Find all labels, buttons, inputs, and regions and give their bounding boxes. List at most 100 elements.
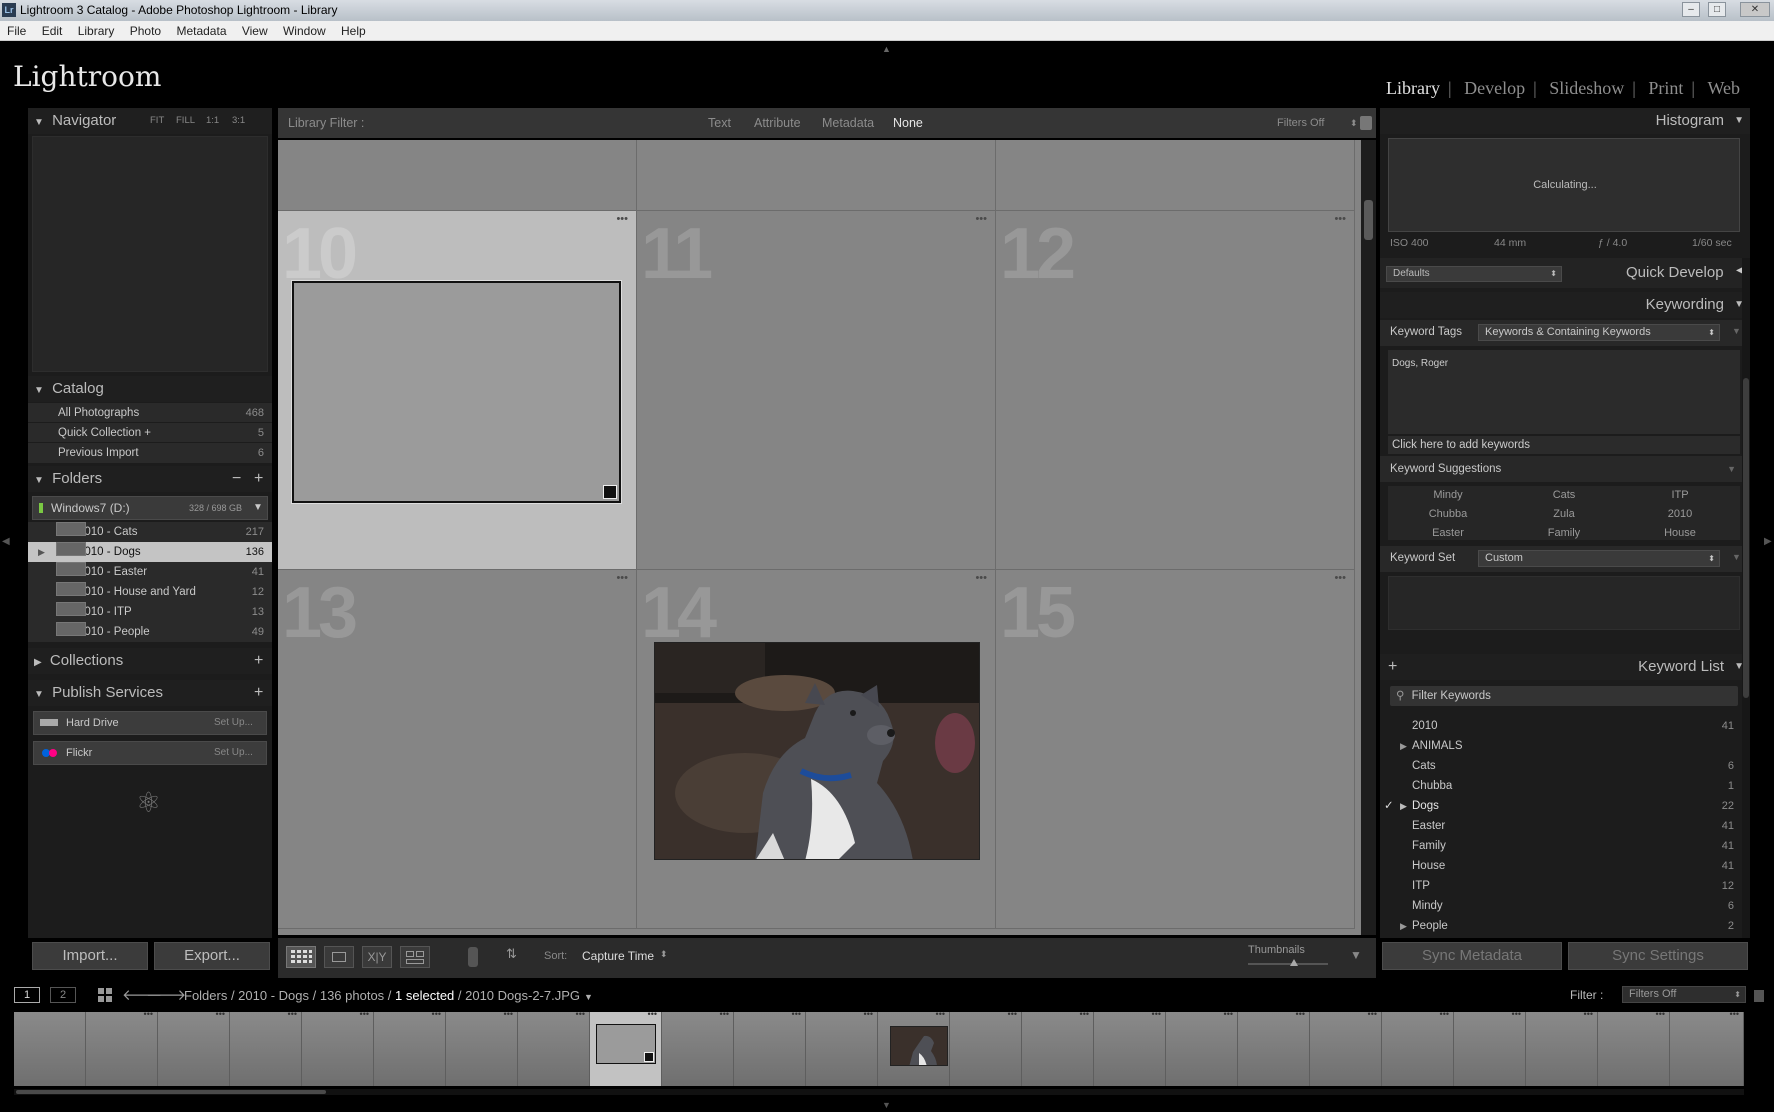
suggestion-chip[interactable]: Easter (1388, 527, 1508, 539)
zoom-1-1[interactable]: 1:1 (206, 108, 219, 134)
menu-library[interactable]: Library (78, 24, 115, 38)
catalog-item[interactable]: All Photographs 468 (28, 403, 272, 423)
grid-cell[interactable]: 11 ••• (637, 211, 996, 570)
survey-view-icon[interactable] (400, 946, 430, 968)
scrollbar-thumb[interactable] (16, 1090, 326, 1094)
add-folder-icon[interactable]: + (254, 466, 263, 492)
minimize-button[interactable]: – (1682, 2, 1700, 17)
keyword-text-area[interactable]: Dogs, Roger (1388, 350, 1740, 434)
loupe-view-icon[interactable] (324, 946, 354, 968)
filmstrip-cell[interactable]: ••• (1094, 1009, 1166, 1086)
sync-settings-button[interactable]: Sync Settings (1568, 942, 1748, 970)
zoom-fill[interactable]: FILL (176, 108, 195, 134)
filter-tab-none[interactable]: None (893, 108, 923, 138)
keyword-set-grid[interactable] (1388, 576, 1740, 630)
keyword-tags-dropdown[interactable]: Keywords & Containing Keywords ⬍ (1478, 324, 1720, 341)
slider-thumb[interactable] (1290, 959, 1298, 966)
painter-icon[interactable] (468, 947, 478, 967)
keyword-item[interactable]: ITP 12 (1380, 876, 1750, 896)
expand-triangle-icon[interactable]: ▶ (1400, 916, 1407, 934)
grid-cell[interactable] (996, 140, 1355, 211)
grid-cell[interactable]: 15 ••• (996, 570, 1355, 929)
module-develop[interactable]: Develop (1464, 78, 1525, 98)
sort-direction-icon[interactable]: ⇅ (506, 946, 517, 962)
keyword-item[interactable]: 2010 41 (1380, 716, 1750, 736)
keyword-item-checked[interactable]: ✓ ▶ Dogs 22 (1380, 796, 1750, 816)
filmstrip-cell[interactable]: ••• (950, 1009, 1022, 1086)
add-keyword-icon[interactable]: + (1388, 654, 1397, 680)
grid-cell[interactable]: 14 ••• (637, 570, 996, 929)
keyword-set-dropdown[interactable]: Custom ⬍ (1478, 550, 1720, 567)
zoom-fit[interactable]: FIT (150, 108, 164, 134)
catalog-item[interactable]: Previous Import 6 (28, 443, 272, 463)
expand-triangle-icon[interactable]: ▶ (38, 542, 45, 562)
setup-link[interactable]: Set Up... (214, 712, 253, 734)
menu-window[interactable]: Window (283, 24, 326, 38)
module-print[interactable]: Print (1648, 78, 1683, 98)
filmstrip-cell[interactable]: ••• (1382, 1009, 1454, 1086)
lock-icon[interactable] (1360, 116, 1372, 130)
thumbnail-size-slider[interactable] (1248, 963, 1328, 965)
expand-triangle-icon[interactable]: ▶ (1400, 736, 1407, 756)
keyword-item[interactable]: ▶ People 2 (1380, 916, 1750, 934)
filter-tab-text[interactable]: Text (708, 108, 731, 138)
dog-thumbnail[interactable] (890, 1026, 948, 1066)
folder-item-selected[interactable]: ▶ 2010 - Dogs 136 (28, 542, 272, 562)
filmstrip-cell[interactable]: ••• (1526, 1009, 1598, 1086)
folder-item[interactable]: 2010 - People 49 (28, 622, 272, 642)
main-window-button[interactable]: 1 (14, 987, 40, 1003)
filter-tab-attribute[interactable]: Attribute (754, 108, 801, 138)
menu-file[interactable]: File (7, 24, 26, 38)
module-slideshow[interactable]: Slideshow (1549, 78, 1624, 98)
keyword-list-header[interactable]: + Keyword List ▼ (1380, 654, 1750, 680)
folder-item[interactable]: 2010 - Easter 41 (28, 562, 272, 582)
top-panel-toggle-icon[interactable]: ▲ (882, 44, 891, 54)
filmstrip-cell[interactable]: ••• (86, 1009, 158, 1086)
suggestion-chip[interactable]: 2010 (1620, 508, 1740, 520)
filmstrip-cell[interactable]: ••• (230, 1009, 302, 1086)
saved-preset-dropdown[interactable]: Defaults ⬍ (1386, 266, 1562, 282)
left-panel-toggle-icon[interactable]: ◀ (2, 536, 10, 547)
catalog-header[interactable]: ▼ Catalog (28, 376, 272, 402)
lock-icon[interactable] (1754, 990, 1764, 1002)
filmstrip-cell[interactable]: ••• (1310, 1009, 1382, 1086)
folder-item[interactable]: 2010 - Cats 217 (28, 522, 272, 542)
suggestion-chip[interactable]: Family (1504, 527, 1624, 539)
module-library[interactable]: Library (1386, 78, 1440, 98)
grid-cell[interactable] (278, 140, 637, 211)
maximize-button[interactable]: □ (1708, 2, 1726, 17)
filmstrip-cell[interactable]: ••• (518, 1009, 590, 1086)
filmstrip-cell-selected[interactable]: ••• (590, 1009, 662, 1086)
collections-header[interactable]: ▶ Collections + (28, 648, 272, 674)
more-icon[interactable]: ••• (975, 572, 987, 584)
menu-view[interactable]: View (242, 24, 268, 38)
grid-cell-selected[interactable]: 10 ••• (278, 211, 637, 570)
volume-bar[interactable]: Windows7 (D:) 328 / 698 GB ▼ (32, 496, 268, 520)
filmstrip-cell[interactable]: ••• (878, 1009, 950, 1086)
zoom-3-1[interactable]: 3:1 (232, 108, 245, 134)
grid-cell[interactable]: 13 ••• (278, 570, 637, 929)
menu-edit[interactable]: Edit (42, 24, 63, 38)
histogram-header[interactable]: Histogram ▼ (1380, 108, 1750, 134)
keyword-item[interactable]: Family 41 (1380, 836, 1750, 856)
filmstrip-cell[interactable]: ••• (1238, 1009, 1310, 1086)
right-panel-scrollbar[interactable] (1742, 258, 1750, 938)
keyword-item[interactable]: Easter 41 (1380, 816, 1750, 836)
more-icon[interactable]: ••• (616, 572, 628, 584)
quick-develop-header[interactable]: Defaults ⬍ Quick Develop ◀ (1380, 258, 1750, 288)
filmstrip-cell[interactable]: ••• (1022, 1009, 1094, 1086)
scrollbar-thumb[interactable] (1364, 200, 1373, 240)
more-icon[interactable]: ••• (1334, 572, 1346, 584)
suggestion-chip[interactable]: Mindy (1388, 489, 1508, 501)
filter-preset-dropdown[interactable]: Filters Off (1277, 108, 1324, 138)
catalog-item[interactable]: Quick Collection +5 (28, 423, 272, 443)
publish-hard-drive[interactable]: Hard Drive Set Up... (33, 711, 267, 735)
suggestion-chip[interactable]: Chubba (1388, 508, 1508, 520)
filmstrip-cell[interactable]: ••• (1598, 1009, 1670, 1086)
menu-metadata[interactable]: Metadata (176, 24, 226, 38)
keyword-item[interactable]: Chubba 1 (1380, 776, 1750, 796)
filmstrip-cell[interactable]: ••• (158, 1009, 230, 1086)
grid-scrollbar[interactable] (1361, 140, 1376, 935)
grid-cell[interactable]: 12 ••• (996, 211, 1355, 570)
publish-flickr[interactable]: Flickr Set Up... (33, 741, 267, 765)
